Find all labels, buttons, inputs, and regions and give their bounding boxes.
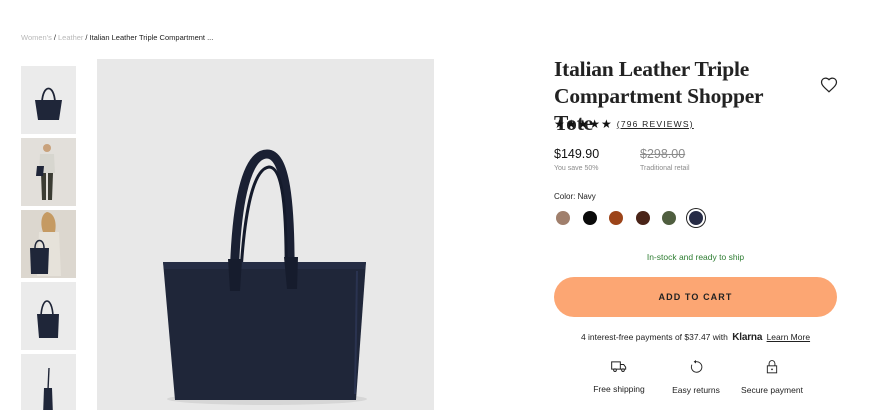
breadcrumb-separator: /: [53, 33, 56, 42]
model-standing-thumbnail: [21, 138, 76, 206]
heart-icon: [820, 77, 838, 93]
retail-label: Traditional retail: [640, 165, 690, 172]
color-label: Color: Navy: [554, 192, 596, 201]
swatch-cognac[interactable]: [609, 211, 623, 225]
perk-label: Free shipping: [593, 384, 645, 394]
perk-label: Easy returns: [672, 385, 720, 395]
tote-bag-side-thumbnail: [21, 354, 76, 410]
breadcrumb-separator: /: [85, 33, 88, 42]
klarna-logo: Klarna: [732, 332, 763, 343]
stock-status: In-stock and ready to ship: [646, 252, 745, 262]
thumbnail-4[interactable]: [21, 282, 76, 350]
breadcrumb-link-womens[interactable]: Women's: [21, 33, 52, 42]
main-product-image[interactable]: [97, 59, 434, 410]
swatch-taupe[interactable]: [556, 211, 570, 225]
color-swatches: [556, 211, 715, 225]
swatch-brown[interactable]: [635, 211, 650, 225]
perk-secure-payment: Secure payment: [736, 360, 808, 398]
returns-icon: [690, 360, 703, 373]
navy-tote-bag-image: [97, 59, 434, 410]
savings-text: You save 50%: [554, 165, 599, 172]
swatch-navy[interactable]: [688, 211, 703, 225]
star-rating-icon: ★★★★★: [554, 117, 613, 131]
klarna-text: 4 interest-free payments of $37.47 with: [580, 332, 728, 342]
learn-more-link[interactable]: Learn More: [767, 332, 810, 342]
tote-bag-thumbnail: [21, 66, 76, 134]
thumbnail-gallery: [21, 66, 76, 410]
lock-icon: [766, 360, 778, 374]
product-rating: ★★★★★ (796 REVIEWS): [554, 117, 694, 131]
breadcrumb-link-leather[interactable]: Leather: [58, 33, 83, 42]
reviews-link[interactable]: (796 REVIEWS): [617, 119, 694, 129]
sale-price: $149.90: [554, 147, 600, 161]
model-carrying-bag-thumbnail: [21, 210, 76, 278]
swatch-black[interactable]: [582, 211, 597, 225]
thumbnail-5[interactable]: [21, 354, 76, 410]
swatch-green[interactable]: [662, 211, 676, 225]
thumbnail-1[interactable]: [21, 66, 76, 134]
tote-bag-angle-thumbnail: [21, 282, 76, 350]
breadcrumb: Women's / Leather / Italian Leather Triple C…: [21, 33, 213, 42]
perk-free-shipping: Free shipping: [580, 360, 658, 397]
retail-price: $298.00: [640, 147, 686, 161]
thumbnail-3[interactable]: [21, 210, 76, 278]
perk-easy-returns: Easy returns: [666, 360, 726, 398]
truck-icon: [611, 361, 627, 372]
breadcrumb-current: Italian Leather Triple Compartment ...: [89, 33, 214, 42]
wishlist-button[interactable]: [820, 76, 838, 94]
klarna-payment-info: 4 interest-free payments of $37.47 with …: [554, 332, 837, 343]
perk-label: Secure payment: [741, 385, 803, 395]
thumbnail-2[interactable]: [21, 138, 76, 206]
add-to-cart-button[interactable]: ADD TO CART: [554, 277, 837, 317]
